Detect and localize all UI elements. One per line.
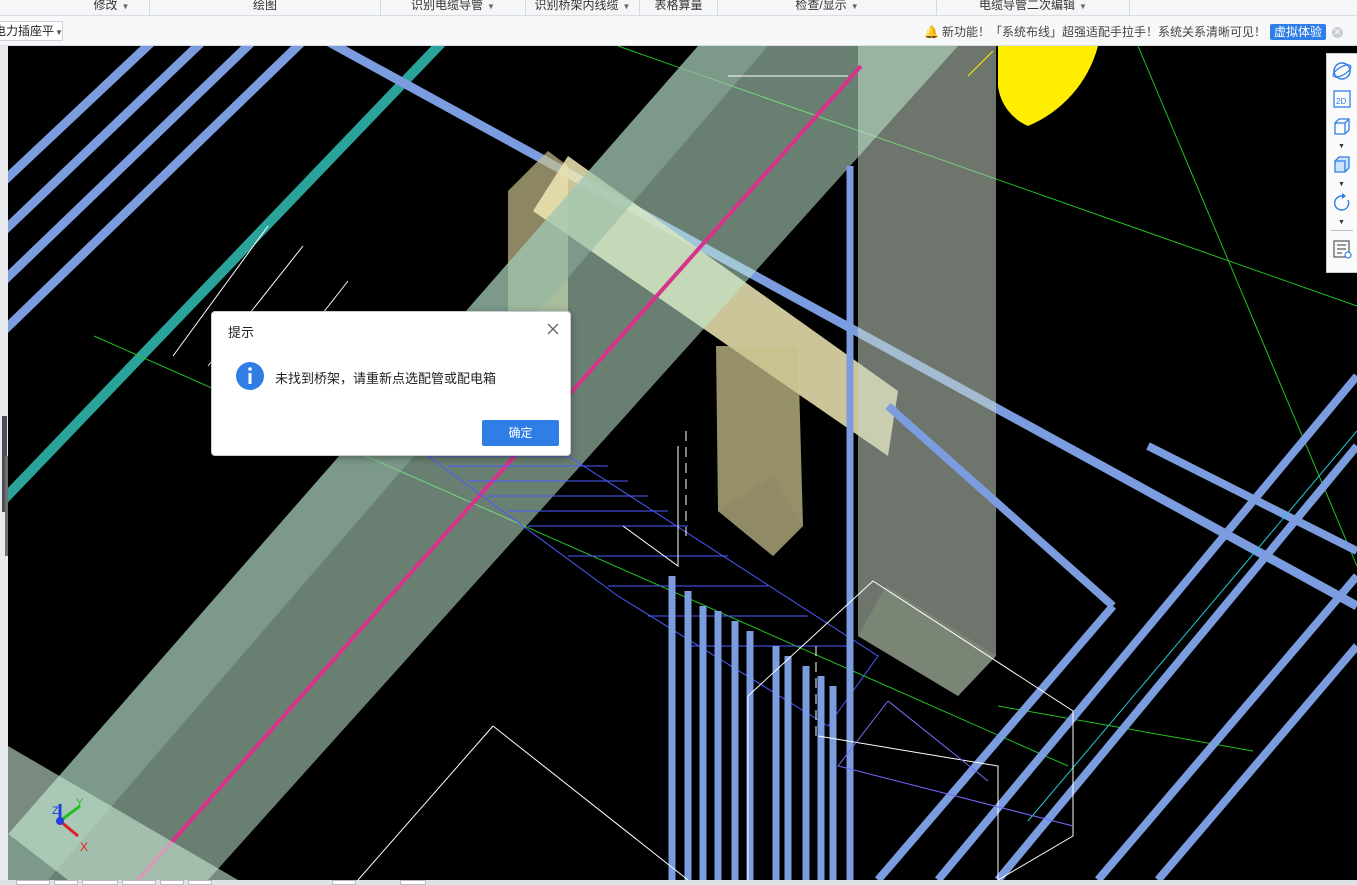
- feature-notice: 🔔 新功能！「系统布线」超强适配手拉手！系统关系清晰可见！ 虚拟体验 ✕: [924, 23, 1343, 41]
- status-button[interactable]: [16, 880, 50, 885]
- cable-tray: [8, 46, 958, 880]
- cyan-guide: [1027, 430, 1357, 822]
- ribbon-group-bar: 修改 ▼ 绘图 识别电缆导管 ▼ 识别桥架内线缆 ▼ 表格算量 检查/显示 ▼ 电缆导管…: [0, 0, 1357, 16]
- pipe: [1154, 643, 1357, 880]
- ribbon-group-identify-cable-conduit[interactable]: 识别电缆导管 ▼: [381, 0, 526, 15]
- close-icon[interactable]: [546, 322, 560, 336]
- gizmo-origin: [56, 817, 64, 825]
- wire: [492, 725, 689, 880]
- layer-combo[interactable]: 电力插座平▼: [0, 21, 63, 41]
- chevron-down-icon[interactable]: ▼: [1338, 219, 1346, 226]
- status-button[interactable]: [400, 880, 426, 885]
- status-bar: [0, 880, 1357, 885]
- pipe: [934, 373, 1357, 880]
- toolbar-separator: [1331, 230, 1353, 231]
- chevron-down-icon[interactable]: ▼: [1338, 143, 1346, 150]
- try-feature-button[interactable]: 虚拟体验: [1269, 24, 1326, 40]
- ribbon-group-identify-tray-cable[interactable]: 识别桥架内线缆 ▼: [526, 0, 640, 15]
- dialog-message: 未找到桥架，请重新点选配管或配电箱: [275, 371, 497, 386]
- pipe: [8, 46, 305, 333]
- view-toolbar: 2D ▼ ▼ ▼: [1326, 53, 1357, 273]
- notice-text: 新功能！「系统布线」超强适配手拉手！系统关系清晰可见！: [941, 25, 1266, 39]
- purple-line: [887, 700, 989, 782]
- column-face: [858, 46, 996, 696]
- pipe: [1094, 573, 1357, 880]
- chevron-down-icon: ▼: [487, 2, 495, 11]
- prompt-dialog: 提示 未找到桥架，请重新点选配管或配电箱 确定: [211, 311, 571, 456]
- info-icon: [236, 362, 264, 390]
- view-3d-cube-icon[interactable]: [1331, 116, 1353, 138]
- view-2d-icon[interactable]: 2D: [1331, 88, 1353, 110]
- ribbon-group-check-display[interactable]: 检查/显示 ▼: [718, 0, 937, 15]
- chevron-down-icon: ▼: [1079, 2, 1087, 11]
- ok-button[interactable]: 确定: [482, 420, 559, 446]
- chevron-down-icon[interactable]: ▼: [1338, 181, 1346, 188]
- close-icon[interactable]: ✕: [1332, 27, 1343, 39]
- wire: [622, 446, 679, 567]
- chevron-down-icon: ▼: [622, 2, 631, 11]
- orbit-icon[interactable]: [1331, 60, 1353, 82]
- ribbon-group-draw[interactable]: 绘图: [150, 0, 381, 15]
- layer-display-icon[interactable]: [1331, 238, 1353, 260]
- left-panel-edge: [0, 46, 8, 880]
- translucent-column: [858, 46, 996, 696]
- rotate-icon[interactable]: [1331, 192, 1353, 214]
- status-button[interactable]: [54, 880, 78, 885]
- status-button[interactable]: [122, 880, 156, 885]
- wire: [357, 725, 494, 880]
- hatched-tray: [426, 455, 879, 727]
- ribbon-group-table-quantity[interactable]: 表格算量: [640, 0, 718, 15]
- chevron-down-icon: ▼: [55, 28, 63, 37]
- status-button[interactable]: [160, 880, 184, 885]
- chevron-down-icon: ▼: [850, 2, 859, 11]
- ribbon-group-conduit-secondary-edit[interactable]: 电缆导管二次编辑 ▼: [937, 0, 1130, 15]
- yellow-sector: [998, 46, 1098, 126]
- svg-text:2D: 2D: [1336, 97, 1346, 106]
- secondary-toolbar: 电力插座平▼ 🔔 新功能！「系统布线」超强适配手拉手！系统关系清晰可见！ 虚拟体验 ✕: [0, 16, 1357, 46]
- z-label: Z: [52, 805, 59, 817]
- pipe: [8, 46, 154, 184]
- dialog-title: 提示: [228, 325, 255, 340]
- y-label: Y: [76, 797, 84, 809]
- scene-canvas: X Y Z: [8, 46, 1357, 880]
- status-button[interactable]: [82, 880, 118, 885]
- bell-icon: 🔔: [924, 25, 939, 39]
- chevron-down-icon: ▼: [121, 2, 130, 11]
- 3d-viewport[interactable]: X Y Z: [8, 46, 1357, 880]
- x-label: X: [80, 840, 88, 854]
- pipe: [8, 46, 255, 283]
- status-button[interactable]: [332, 880, 356, 885]
- status-button[interactable]: [188, 880, 212, 885]
- pipe: [1146, 442, 1357, 555]
- ribbon-group-modify[interactable]: 修改 ▼: [74, 0, 150, 15]
- view-box-icon[interactable]: [1331, 154, 1353, 176]
